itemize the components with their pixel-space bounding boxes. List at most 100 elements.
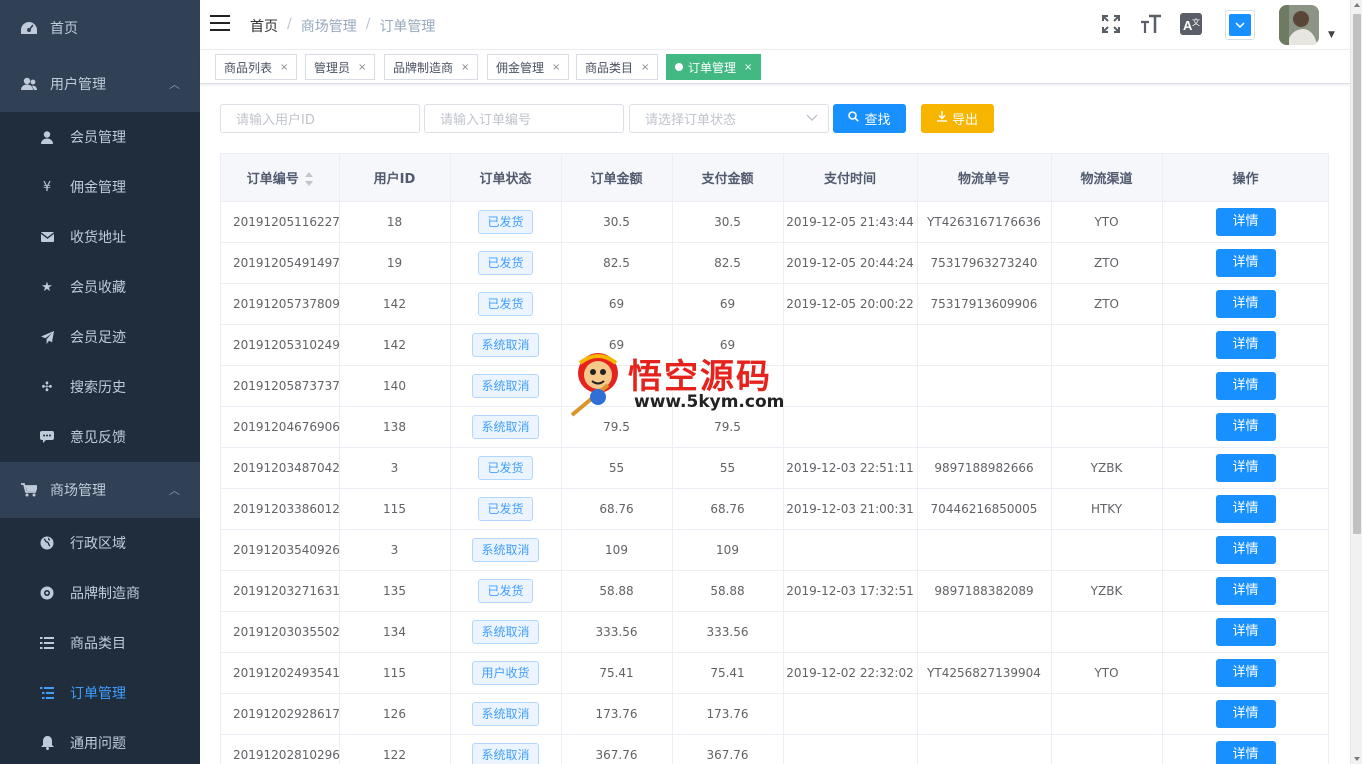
table-cell: YTO	[1051, 652, 1163, 694]
sidebar-group-user-management[interactable]: 用户管理 ︿	[0, 56, 200, 112]
action-cell: 详情	[1162, 488, 1328, 530]
table-cell: YZBK	[1051, 447, 1163, 489]
status-badge: 已发货	[478, 496, 533, 521]
scroll-up-arrow-icon[interactable]	[1354, 3, 1360, 7]
scrollbar-thumb[interactable]	[1353, 14, 1361, 534]
close-icon[interactable]: ×	[552, 62, 560, 73]
action-cell: 详情	[1162, 529, 1328, 571]
sidebar-item-favorites[interactable]: ★ 会员收藏	[0, 262, 200, 312]
table-cell	[1051, 693, 1163, 735]
detail-button[interactable]: 详情	[1215, 453, 1276, 482]
theme-select[interactable]	[1225, 10, 1255, 40]
table-cell: 20191205310249	[221, 324, 340, 366]
breadcrumb: 首页 / 商场管理 / 订单管理	[250, 16, 436, 36]
sidebar-item-orders[interactable]: 订单管理	[0, 668, 200, 718]
column-header-order-no[interactable]: 订单编号	[221, 154, 340, 202]
action-cell: 详情	[1162, 201, 1328, 243]
sidebar-group-mall-management[interactable]: 商场管理 ︿	[0, 462, 200, 518]
sidebar-item-members[interactable]: 会员管理	[0, 112, 200, 162]
font-size-icon[interactable]	[1140, 13, 1162, 35]
order-status-placeholder: 请选择订单状态	[645, 113, 737, 128]
table-row: 20191202810296 122 系统取消 367.76 367.76 详情	[221, 734, 1328, 764]
table-cell: 75.41	[672, 652, 784, 694]
tag-category[interactable]: 商品类目 ×	[576, 54, 659, 80]
sidebar-item-footprint[interactable]: 会员足迹	[0, 312, 200, 362]
sidebar-item-category[interactable]: 商品类目	[0, 618, 200, 668]
table-cell: 20191203035502	[221, 611, 340, 653]
status-badge: 系统取消	[472, 373, 539, 398]
globe-icon	[40, 536, 54, 550]
table-cell: 20191205491497	[221, 242, 340, 284]
sidebar-item-address[interactable]: 收货地址	[0, 212, 200, 262]
detail-button[interactable]: 详情	[1215, 576, 1276, 605]
table-row: 20191202928617 126 系统取消 173.76 173.76 详情	[221, 693, 1328, 735]
table-cell: 126	[339, 693, 451, 735]
column-header: 订单状态	[450, 154, 562, 202]
caret-down-icon[interactable]: ▼	[1328, 30, 1335, 40]
order-no-input[interactable]: 请输入订单编号	[424, 104, 624, 133]
sidebar-item-faq[interactable]: 通用问题	[0, 718, 200, 764]
status-badge: 已发货	[478, 291, 533, 316]
tag-admin[interactable]: 管理员 ×	[305, 54, 376, 80]
close-icon[interactable]: ×	[744, 62, 752, 73]
tag-product-list[interactable]: 商品列表 ×	[215, 54, 298, 80]
detail-button[interactable]: 详情	[1215, 658, 1276, 687]
chevron-up-icon: ︿	[169, 484, 180, 497]
close-icon[interactable]: ×	[280, 62, 288, 73]
sidebar-item-brand[interactable]: 品牌制造商	[0, 568, 200, 618]
chevron-up-icon: ︿	[169, 78, 180, 91]
order-status-select[interactable]: 请选择订单状态	[629, 104, 829, 133]
status-cell: 已发货	[450, 570, 562, 612]
breadcrumb-home[interactable]: 首页	[250, 16, 278, 36]
table-cell: 18	[339, 201, 451, 243]
sidebar-item-feedback[interactable]: 意见反馈	[0, 412, 200, 462]
tag-orders[interactable]: 订单管理 ×	[666, 54, 762, 80]
action-cell: 详情	[1162, 324, 1328, 366]
export-button[interactable]: 导出	[921, 104, 994, 133]
table-cell: YZBK	[1051, 570, 1163, 612]
sidebar-item-label: 佣金管理	[70, 180, 126, 196]
user-id-input[interactable]: 请输入用户ID	[220, 104, 420, 133]
close-icon[interactable]: ×	[358, 62, 366, 73]
detail-button[interactable]: 详情	[1215, 371, 1276, 400]
table-cell	[917, 324, 1052, 366]
search-button-label: 查找	[864, 113, 891, 128]
sidebar-item-region[interactable]: 行政区域	[0, 518, 200, 568]
scroll-down-arrow-icon[interactable]	[1354, 757, 1360, 761]
table-cell: 2019-12-03 17:32:51	[783, 570, 918, 612]
sidebar-item-label: 意见反馈	[70, 430, 126, 446]
table-cell: 69	[561, 324, 673, 366]
tag-commission[interactable]: 佣金管理 ×	[487, 54, 570, 80]
action-cell: 详情	[1162, 242, 1328, 284]
sidebar-item-commission[interactable]: ¥ 佣金管理	[0, 162, 200, 212]
close-icon[interactable]: ×	[461, 62, 469, 73]
table-cell: 20191205873737	[221, 365, 340, 407]
hamburger-menu-icon[interactable]	[210, 15, 230, 33]
avatar[interactable]	[1279, 5, 1319, 45]
close-icon[interactable]: ×	[641, 62, 649, 73]
page-scrollbar[interactable]	[1350, 0, 1362, 764]
detail-button[interactable]: 详情	[1215, 412, 1276, 441]
sidebar-item-label: 首页	[50, 21, 78, 37]
table-cell: 79.5	[561, 406, 673, 448]
fullscreen-icon[interactable]	[1100, 13, 1122, 35]
table-cell	[1051, 365, 1163, 407]
order-list-icon	[40, 687, 54, 699]
detail-button[interactable]: 详情	[1215, 289, 1276, 318]
detail-button[interactable]: 详情	[1215, 330, 1276, 359]
sidebar-item-search-history[interactable]: ✣ 搜索历史	[0, 362, 200, 412]
detail-button[interactable]: 详情	[1215, 740, 1276, 764]
detail-button[interactable]: 详情	[1215, 699, 1276, 728]
sidebar-item-home[interactable]: 首页	[0, 0, 200, 56]
tag-brand[interactable]: 品牌制造商 ×	[384, 54, 479, 80]
search-button[interactable]: 查找	[833, 104, 906, 133]
table-header-row: 订单编号 用户ID 订单状态 订单金额 支付金额 支付时间 物流单号 物流渠道 …	[221, 154, 1328, 202]
detail-button[interactable]: 详情	[1215, 207, 1276, 236]
translate-icon[interactable]: A文	[1180, 13, 1202, 35]
detail-button[interactable]: 详情	[1215, 535, 1276, 564]
detail-button[interactable]: 详情	[1215, 617, 1276, 646]
comment-icon	[40, 431, 54, 443]
detail-button[interactable]: 详情	[1215, 494, 1276, 523]
detail-button[interactable]: 详情	[1215, 248, 1276, 277]
sort-icon[interactable]	[304, 172, 313, 187]
